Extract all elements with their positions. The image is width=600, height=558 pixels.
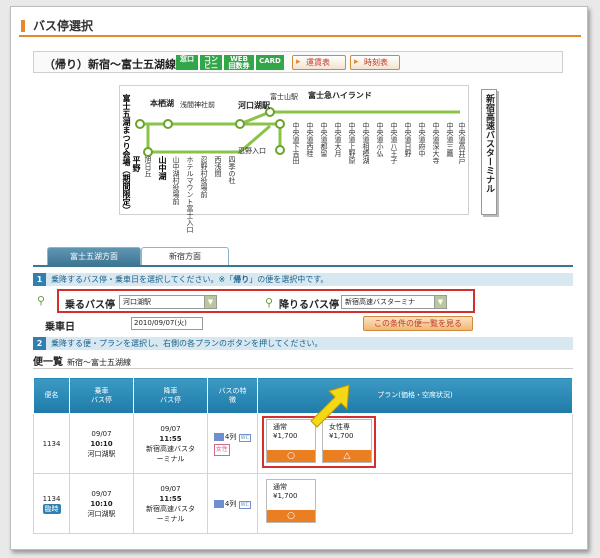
stop-label: 富士五湖まつり会場（期間限定） bbox=[122, 94, 131, 214]
stop-label-highland: 富士急ハイランド bbox=[308, 91, 372, 100]
stop-label: 中央道深大寺 bbox=[432, 122, 440, 164]
badge-counter: 窓口 bbox=[176, 55, 198, 70]
timetable-button[interactable]: 時刻表 bbox=[350, 55, 400, 70]
stop-label: 忍野村役場前 bbox=[200, 156, 208, 198]
women-icon: 女性 bbox=[213, 443, 230, 456]
stop-marker bbox=[275, 119, 285, 129]
date-row: 乗車日 2010/09/07(火) この条件の便一覧を見る bbox=[33, 315, 573, 335]
stop-label: 旭日丘 bbox=[144, 156, 152, 177]
stop-label: 平野 bbox=[132, 156, 141, 172]
page-title: バス停選択 bbox=[19, 13, 581, 37]
badge-card: CARD bbox=[256, 55, 284, 70]
stop-label: 四季の杜 bbox=[228, 156, 236, 184]
step-number: 2 bbox=[33, 337, 46, 350]
stop-label: 中央道都留 bbox=[320, 122, 328, 157]
chevron-down-icon: ▼ bbox=[434, 296, 446, 308]
tab-fujigoko[interactable]: 富士五湖方面 bbox=[47, 247, 141, 265]
seat-icon bbox=[213, 432, 224, 441]
fare-table-button[interactable]: 運賃表 bbox=[292, 55, 346, 70]
plan-normal[interactable]: 通常 ¥1,700 ○ bbox=[266, 478, 316, 523]
stop-label: 中央道大月 bbox=[334, 122, 342, 157]
stop-label-kawaguchiko: 河口湖駅 bbox=[238, 101, 270, 110]
badge-convenience: コン ビニ bbox=[200, 55, 222, 70]
stop-marker bbox=[143, 147, 153, 157]
date-input[interactable]: 2010/09/07(火) bbox=[131, 317, 203, 330]
stop-label-motosu: 本栖湖 bbox=[150, 99, 174, 108]
stop-label: 中央道下吉田 bbox=[292, 122, 300, 164]
chevron-down-icon: ▼ bbox=[204, 296, 216, 308]
col-header: 降車 バス停 bbox=[133, 377, 208, 414]
stop-label-fujisan: 富士山駅 bbox=[270, 93, 298, 101]
pin-icon: ⚲ bbox=[265, 296, 274, 309]
stop-marker bbox=[135, 119, 145, 129]
stop-marker bbox=[163, 119, 173, 129]
bin-cell: 1134 bbox=[33, 413, 70, 474]
stop-label: 山中湖 bbox=[158, 156, 167, 180]
stop-label-asama: 浅間神社前 bbox=[180, 101, 215, 109]
special-badge: 臨時 bbox=[42, 503, 61, 514]
plan-cell: 通常 ¥1,700 ○ 女性専 ¥1,700 △ bbox=[257, 413, 573, 474]
stop-label: 中央道府中 bbox=[418, 122, 426, 157]
stop-label: 中央道高井戸 bbox=[458, 122, 466, 164]
selection-highlight: 乗るバス停 河口湖駅 ▼ ⚲ 降りるバス停 新宿高速バスターミナ ▼ bbox=[57, 289, 475, 313]
board-stop-select[interactable]: 河口湖駅 ▼ bbox=[119, 295, 217, 309]
stop-selection-row: ⚲ 乗るバス停 河口湖駅 ▼ ⚲ 降りるバス停 新宿高速バスターミナ ▼ bbox=[33, 289, 573, 313]
board-label: 乗るバス停 bbox=[65, 300, 115, 311]
stop-marker bbox=[235, 119, 245, 129]
search-button[interactable]: この条件の便一覧を見る bbox=[363, 316, 473, 331]
pointer-arrow-icon bbox=[310, 384, 350, 428]
arrival-cell: 09/07 11:55 新宿高速バスタ ーミナル bbox=[133, 413, 208, 474]
date-label: 乗車日 bbox=[45, 322, 75, 333]
col-header: バスの特 徴 bbox=[207, 377, 258, 414]
stop-label: ホテルマウント富士入口 bbox=[186, 156, 194, 233]
departure-cell: 09/07 10:10 河口湖駅 bbox=[69, 413, 134, 474]
departure-cell: 09/07 10:10 河口湖駅 bbox=[69, 473, 134, 534]
stop-label: 中央道上野原 bbox=[348, 122, 356, 164]
stop-label: 山中湖村役場前 bbox=[172, 156, 180, 205]
pin-icon: ⚲ bbox=[37, 294, 46, 307]
plan-select-button[interactable]: ○ bbox=[267, 509, 315, 522]
table-row: 1134 臨時 09/07 10:10 河口湖駅 09/07 11:55 新宿高速バスタ … bbox=[33, 473, 573, 534]
stop-label-oshino: 忍野入口 bbox=[238, 147, 266, 155]
plan-cell: 通常 ¥1,700 ○ bbox=[257, 473, 573, 534]
route-map: 富士五湖まつり会場（期間限定） 平野 旭日丘 山中湖 山中湖村役場前 ホテルマウ… bbox=[119, 85, 469, 233]
destination-label: 新宿高速バスターミナル bbox=[481, 89, 497, 215]
route-name: （帰り）新宿～富士五湖線 bbox=[44, 58, 176, 71]
stop-label: 中央道日野 bbox=[404, 122, 412, 157]
feature-cell: 4列 WC 女性 bbox=[207, 413, 258, 474]
stop-label: 中央道三鷹 bbox=[446, 122, 454, 157]
alight-label: 降りるバス停 bbox=[279, 300, 339, 311]
alight-stop-select[interactable]: 新宿高速バスターミナ ▼ bbox=[341, 295, 447, 309]
step-1-header: 1 乗降するバス停・乗車日を選択してください。※「帰り」の便を選択中です。 bbox=[33, 273, 573, 286]
seat-icon bbox=[213, 499, 224, 508]
stop-label: 西浅間 bbox=[214, 156, 222, 177]
list-title: 便一覧 新宿～富士五湖線 bbox=[33, 353, 573, 369]
col-header: プラン(価格・空席状況) bbox=[257, 377, 573, 414]
wc-icon: WC bbox=[238, 500, 252, 509]
stop-label: 中央道相模湖 bbox=[362, 122, 370, 164]
table-row: 1134 09/07 10:10 河口湖駅 09/07 11:55 新宿高速バスタ ーミ… bbox=[33, 413, 573, 474]
step-2-header: 2 乗降する便・プランを選択し、右側の各プランのボタンを押してください。 bbox=[33, 337, 573, 350]
stop-marker bbox=[275, 145, 285, 155]
window: バス停選択 （帰り）新宿～富士五湖線 窓口 コンビニ WEB回数券 CARD 運… bbox=[10, 6, 588, 550]
stop-label: 中央道西桂 bbox=[306, 122, 314, 157]
route-header: （帰り）新宿～富士五湖線 窓口 コンビニ WEB回数券 CARD 運賃表 時刻表 bbox=[33, 51, 563, 73]
arrival-cell: 09/07 11:55 新宿高速バスタ ーミナル bbox=[133, 473, 208, 534]
stop-label: 中央道八王子 bbox=[390, 122, 398, 164]
col-header: 乗車 バス停 bbox=[69, 377, 134, 414]
wc-icon: WC bbox=[238, 433, 252, 442]
badge-web-coupon: WEB 回数券 bbox=[224, 55, 254, 70]
tab-divider bbox=[33, 265, 573, 267]
feature-cell: 4列 WC bbox=[207, 473, 258, 534]
col-header: 便名 bbox=[33, 377, 70, 414]
step-number: 1 bbox=[33, 273, 46, 286]
stop-label: 中央道小仏 bbox=[376, 122, 384, 157]
bin-cell: 1134 臨時 bbox=[33, 473, 70, 534]
tab-shinjuku[interactable]: 新宿方面 bbox=[141, 247, 229, 266]
bus-list-table: 便名 乗車 バス停 降車 バス停 バスの特 徴 プラン(価格・空席状況) 113… bbox=[33, 377, 573, 534]
